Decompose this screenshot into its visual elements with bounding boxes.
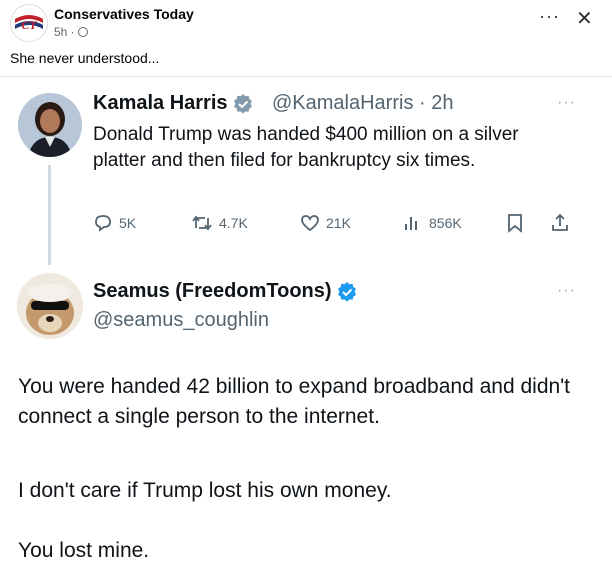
divider (0, 76, 612, 77)
tweet-text: Donald Trump was handed $400 million on … (93, 124, 519, 171)
tweet-handle[interactable]: @seamus_coughlin (93, 309, 269, 332)
post-time[interactable]: 5h · (54, 25, 75, 39)
bookmark-button[interactable] (506, 213, 524, 233)
tweet-paragraph: I don't care if Trump lost his own money… (18, 479, 392, 502)
author-name-text: Kamala Harris (93, 92, 228, 114)
post-meta: 5h · (54, 25, 88, 39)
share-button[interactable] (550, 213, 570, 233)
like-count: 21K (326, 215, 351, 231)
tweet-actions: 5K 4.7K 21K 856K (93, 213, 583, 237)
page-name[interactable]: Conservatives Today (54, 6, 194, 22)
reply-count: 5K (119, 215, 137, 231)
tweet-paragraph: You lost mine. (18, 539, 150, 562)
more-icon[interactable]: ··· (539, 7, 560, 25)
tweet-author-name[interactable]: Kamala Harris (93, 92, 253, 115)
author-name-text: Seamus (FreedomToons) (93, 280, 332, 302)
tweet-handle[interactable]: @KamalaHarris · 2h (272, 92, 453, 115)
post-header: CT Conservatives Today 5h · ··· ✕ She ne… (0, 0, 612, 80)
tweet-more-icon[interactable]: ··· (557, 94, 576, 112)
verified-icon (234, 93, 253, 114)
avatar[interactable] (18, 93, 82, 157)
share-icon (552, 213, 568, 231)
tweet-author-name[interactable]: Seamus (FreedomToons) (93, 280, 357, 303)
like-icon (301, 215, 319, 232)
views-button[interactable]: 856K (403, 213, 462, 233)
retweet-count: 4.7K (219, 215, 248, 231)
svg-text:CT: CT (21, 18, 37, 32)
page-avatar[interactable]: CT (10, 4, 48, 42)
globe-icon (77, 27, 88, 37)
view-count: 856K (429, 215, 462, 231)
verified-icon (338, 281, 357, 302)
retweet-button[interactable]: 4.7K (191, 213, 248, 233)
post-caption: She never understood... (10, 50, 160, 66)
views-icon (405, 217, 417, 230)
tweet-more-icon[interactable]: ··· (557, 282, 576, 300)
like-button[interactable]: 21K (300, 213, 351, 233)
reply-button[interactable]: 5K (93, 213, 136, 233)
close-icon[interactable]: ✕ (576, 9, 593, 29)
retweet-icon (192, 215, 212, 231)
reply-icon (95, 215, 111, 232)
bookmark-icon (508, 214, 522, 233)
tweet-paragraph: You were handed 42 billion to expand bro… (18, 375, 571, 428)
thread-line (48, 165, 51, 265)
avatar[interactable] (17, 273, 83, 339)
